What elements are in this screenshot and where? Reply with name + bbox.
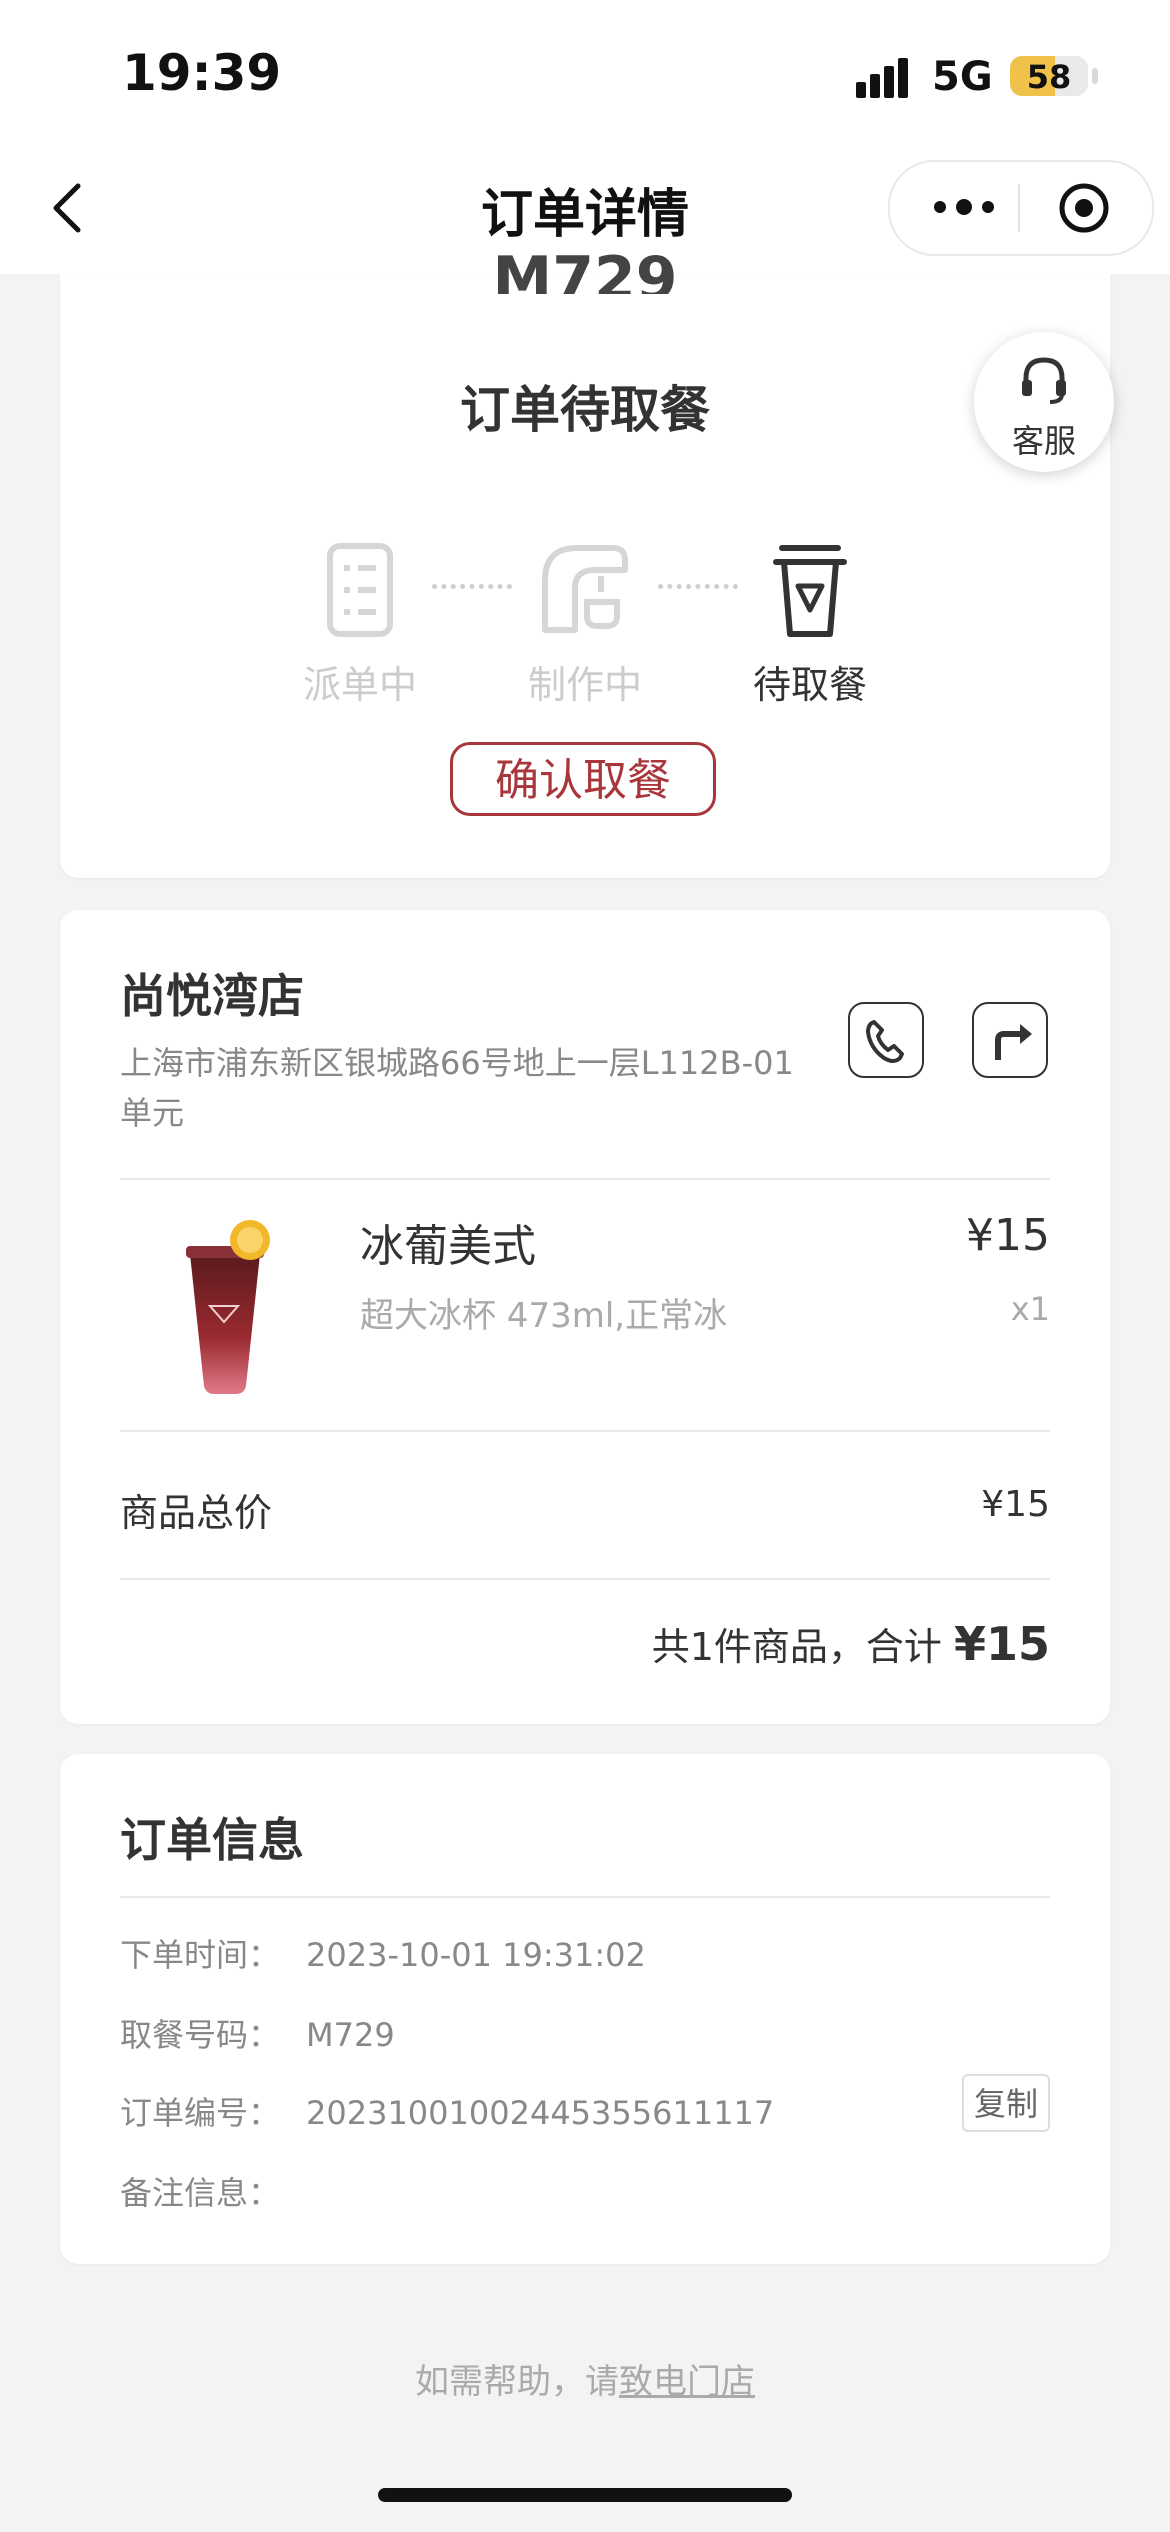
coffee-machine-icon [542, 545, 628, 633]
summary-amount: ¥15 [953, 1617, 1050, 1671]
info-value: 2023-10-01 19:31:02 [306, 1936, 646, 1974]
info-row-order-time: 下单时间： 2023-10-01 19:31:02 [120, 1930, 646, 1976]
order-info-card: 订单信息 下单时间： 2023-10-01 19:31:02 取餐号码： M729 … [60, 1754, 1110, 2264]
info-row-remarks: 备注信息： [120, 2168, 306, 2214]
more-button[interactable] [930, 192, 1000, 222]
step-label: 待取餐 [752, 663, 867, 707]
goods-total-label: 商品总价 [120, 1491, 273, 1535]
info-label: 订单编号： [120, 2094, 281, 2132]
pickup-code: M729 [492, 244, 678, 294]
status-bar: 19:39 5G 58 [0, 0, 1170, 140]
step-label: 制作中 [527, 663, 642, 707]
navigate-store-button[interactable] [972, 1002, 1048, 1078]
home-indicator [378, 2488, 792, 2502]
network-type: 5G [932, 54, 993, 100]
phone-icon [866, 1020, 904, 1063]
capsule-divider [1018, 184, 1020, 232]
step-making: 制作中 [515, 540, 655, 709]
info-row-order-number: 订单编号： 20231001002445355611117 [120, 2088, 774, 2134]
help-text: 如需帮助，请致电门店 [0, 2354, 1170, 2403]
customer-service-label: 客服 [1011, 422, 1076, 460]
step-ready: 待取餐 [740, 540, 880, 709]
battery-cap [1092, 68, 1098, 84]
divider [120, 1178, 1050, 1180]
battery-icon: 58 [1010, 56, 1088, 96]
mini-program-capsule [888, 160, 1154, 256]
product-quantity: x1 [1010, 1290, 1050, 1328]
product-name: 冰葡美式 [360, 1221, 536, 1272]
cup-icon [773, 545, 847, 637]
divider [120, 1578, 1050, 1580]
summary-text: 共1件商品，合计 [651, 1625, 942, 1669]
info-row-pickup-code: 取餐号码： M729 [120, 2010, 395, 2056]
goods-total-value: ¥15 [981, 1484, 1050, 1525]
list-icon [327, 543, 393, 637]
order-status-card: M729 订单待取餐 派单中 制作中 待取餐 确认取餐 [60, 244, 1110, 878]
store-address: 上海市浦东新区银城路66号地上一层L112B-01单元 [120, 1044, 794, 1132]
target-icon [1059, 183, 1109, 233]
order-info-title: 订单信息 [120, 1813, 304, 1867]
info-value: M729 [306, 2016, 395, 2054]
product-spec: 超大冰杯 473ml,正常冰 [360, 1296, 728, 1336]
store-order-card: 尚悦湾店 上海市浦东新区银城路66号地上一层L112B-01单元 冰葡美式 超大… [60, 910, 1110, 1724]
call-store-button[interactable] [848, 1002, 924, 1078]
battery-level: 58 [1026, 58, 1072, 96]
close-mini-program-button[interactable] [1058, 182, 1110, 234]
copy-order-number-button[interactable]: 复制 [962, 2074, 1050, 2132]
order-status-title: 订单待取餐 [460, 381, 710, 439]
status-time: 19:39 [122, 44, 282, 102]
customer-service-button[interactable]: 客服 [974, 332, 1114, 472]
step-connector [432, 584, 512, 589]
step-dispatching: 派单中 [290, 540, 430, 709]
info-label: 取餐号码： [120, 2016, 281, 2054]
product-price: ¥15 [966, 1210, 1050, 1261]
signal-icon [856, 58, 916, 98]
info-label: 备注信息： [120, 2174, 281, 2212]
iced-drink-icon [186, 1220, 270, 1394]
info-label: 下单时间： [120, 1936, 281, 1974]
divider [120, 1430, 1050, 1432]
info-value: 20231001002445355611117 [306, 2094, 775, 2132]
help-prefix: 如需帮助，请 [415, 2362, 619, 2402]
confirm-pickup-button[interactable]: 确认取餐 [450, 742, 716, 816]
turn-right-icon [995, 1024, 1032, 1060]
headset-icon [1022, 357, 1066, 404]
step-label: 派单中 [302, 663, 417, 707]
order-summary: 共1件商品，合计 ¥15 [652, 1616, 1050, 1671]
divider [120, 1896, 1050, 1898]
more-dots-icon [934, 199, 994, 215]
step-connector [658, 584, 738, 589]
call-store-link[interactable]: 致电门店 [619, 2362, 755, 2402]
store-name: 尚悦湾店 [120, 969, 304, 1023]
product-image [152, 1210, 292, 1400]
